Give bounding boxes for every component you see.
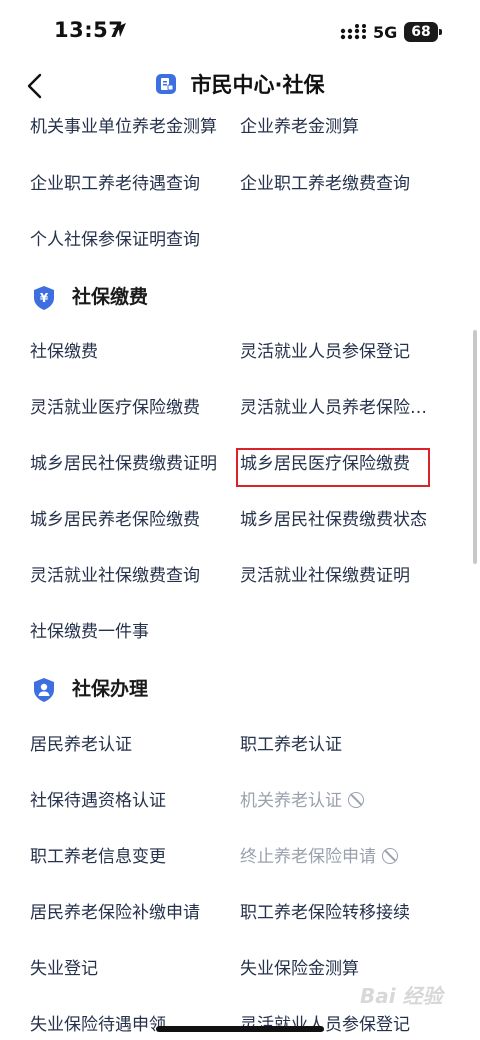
nav-bar: 市民中心·社保 (0, 64, 480, 108)
service-item[interactable]: 社保待遇资格认证 (30, 789, 166, 813)
service-item[interactable]: 城乡居民养老保险缴费 (30, 508, 200, 532)
service-item[interactable]: 职工养老保险转移接续 (240, 901, 410, 925)
service-item-disabled[interactable]: 机关养老认证 (240, 789, 364, 813)
service-item[interactable]: 机关事业单位养老金测算 (30, 115, 217, 139)
service-item[interactable]: 灵活就业医疗保险缴费 (30, 396, 200, 420)
service-list[interactable]: 机关事业单位养老金测算 企业养老金测算 企业职工养老待遇查询 企业职工养老缴费查… (0, 108, 480, 1040)
service-item-label: 机关养老认证 (240, 791, 342, 811)
service-item[interactable]: 企业职工养老缴费查询 (240, 172, 410, 196)
service-item[interactable]: 灵活就业人员参保登记 (240, 340, 410, 364)
service-item[interactable]: 居民养老保险补缴申请 (30, 901, 200, 925)
service-item-label: 终止养老保险申请 (240, 847, 376, 867)
section-title: 社保办理 (72, 678, 149, 700)
location-arrow-icon (112, 23, 126, 37)
service-item[interactable]: 灵活就业社保缴费证明 (240, 564, 410, 588)
page-title-text: 市民中心·社保 (190, 73, 325, 97)
scrollbar[interactable] (473, 330, 477, 564)
service-item[interactable]: 企业养老金测算 (240, 115, 359, 139)
service-item[interactable]: 居民养老认证 (30, 733, 132, 757)
service-item[interactable]: 企业职工养老待遇查询 (30, 172, 200, 196)
disabled-icon (382, 848, 398, 864)
service-item[interactable]: 失业保险待遇申领 (30, 1013, 166, 1037)
service-item[interactable]: 失业登记 (30, 957, 98, 981)
service-item[interactable]: 职工养老信息变更 (30, 845, 166, 869)
yuan-shield-icon: ¥ (34, 286, 54, 310)
network-type: 5G (373, 23, 398, 42)
home-indicator[interactable] (156, 1026, 324, 1032)
disabled-icon (348, 792, 364, 808)
watermark: Bai 经验 (360, 984, 443, 1008)
status-bar: 13:57 5G 68 (0, 0, 480, 64)
page-title: 市民中心·社保 (0, 69, 480, 99)
section-title: 社保缴费 (72, 286, 149, 308)
service-item[interactable]: 灵活就业人员养老保险缴费 (240, 396, 435, 420)
service-item[interactable]: 失业保险金测算 (240, 957, 359, 981)
citizen-center-icon (156, 74, 177, 94)
service-item[interactable]: 社保缴费 (30, 340, 98, 364)
battery-indicator: 68 (404, 22, 442, 42)
person-shield-icon (34, 678, 54, 702)
service-item[interactable]: 灵活就业人员参保登记 (240, 1013, 410, 1037)
service-item[interactable]: 职工养老认证 (240, 733, 342, 757)
signal-icon (340, 24, 366, 40)
service-item[interactable]: 个人社保参保证明查询 (30, 228, 200, 252)
service-item[interactable]: 城乡居民社保费缴费证明 (30, 452, 217, 476)
service-item[interactable]: 城乡居民社保费缴费状态 (240, 508, 427, 532)
svg-text:¥: ¥ (40, 291, 49, 305)
service-item[interactable]: 社保缴费一件事 (30, 620, 149, 644)
service-item[interactable]: 灵活就业社保缴费查询 (30, 564, 200, 588)
service-item-disabled[interactable]: 终止养老保险申请 (240, 845, 398, 869)
service-item-highlighted[interactable]: 城乡居民医疗保险缴费 (240, 452, 410, 476)
